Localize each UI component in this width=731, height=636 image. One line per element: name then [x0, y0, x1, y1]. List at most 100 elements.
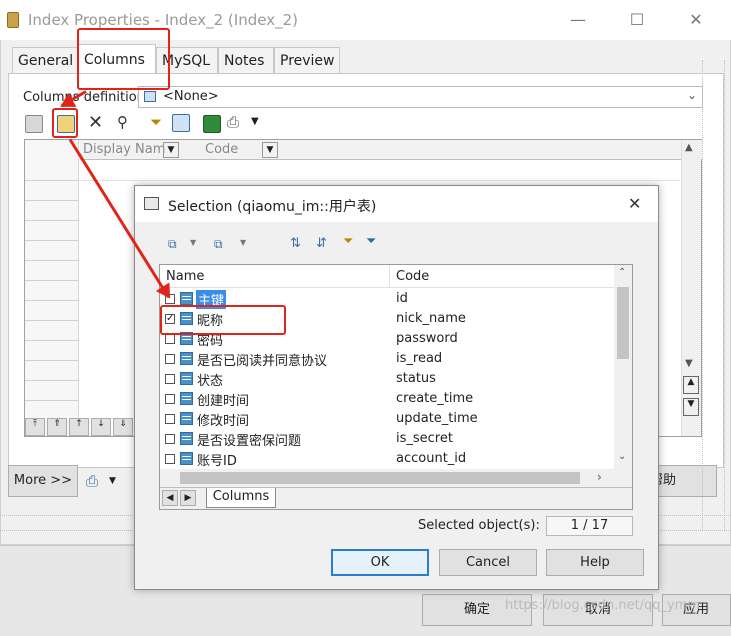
- move-top-icon[interactable]: ▲: [683, 376, 699, 394]
- confirm-button-label: 确定: [463, 602, 490, 617]
- chevron-down-icon[interactable]: ▼: [163, 142, 179, 158]
- row-checkbox[interactable]: [165, 434, 175, 444]
- chevron-down-icon[interactable]: ▼: [240, 238, 246, 247]
- chevron-down-icon[interactable]: ▼: [251, 116, 259, 127]
- scroll-up-icon[interactable]: ▲: [685, 142, 693, 153]
- tab-notes[interactable]: Notes: [218, 47, 274, 73]
- columns-definition-combo[interactable]: <None> ⌄: [138, 86, 703, 108]
- row-code: nick_name: [396, 311, 466, 326]
- tab-label: Preview: [280, 53, 335, 69]
- scroll-thumb[interactable]: [180, 472, 580, 484]
- select-all-icon[interactable]: ⇅: [290, 236, 301, 251]
- scroll-up-icon[interactable]: ⌃: [618, 267, 626, 278]
- tab-general[interactable]: General: [12, 47, 78, 73]
- column-icon: [180, 432, 193, 445]
- selected-objects-label: Selected object(s):: [418, 518, 540, 533]
- list-vertical-scrollbar[interactable]: ⌃ ⌄: [614, 265, 632, 469]
- cancel-button[interactable]: Cancel: [439, 549, 537, 576]
- move-down-page-icon[interactable]: ⇓: [113, 418, 133, 436]
- selection-list: Name Code 主键 id ✓ 昵称 nick_name 密码 passwo…: [159, 264, 633, 510]
- row-code: password: [396, 331, 458, 346]
- scroll-down-icon[interactable]: ▼: [685, 358, 693, 369]
- scroll-down-icon[interactable]: ⌄: [618, 451, 626, 462]
- column-icon: [180, 392, 193, 405]
- row-checkbox[interactable]: [165, 334, 175, 344]
- sheet-tab-bar: ◀ ▶ Columns: [160, 487, 632, 509]
- excel-icon[interactable]: [203, 115, 221, 133]
- tab-label: General: [18, 53, 74, 69]
- close-icon[interactable]: ✕: [628, 194, 641, 213]
- help-dialog-button[interactable]: Help: [546, 549, 644, 576]
- row-checkbox[interactable]: [165, 374, 175, 384]
- ok-button[interactable]: OK: [331, 549, 429, 576]
- window-title: Index Properties - Index_2 (Index_2): [28, 11, 298, 29]
- expand-icon[interactable]: ⧉: [168, 237, 177, 252]
- row-checkbox[interactable]: [165, 354, 175, 364]
- sheet-tab-label: Columns: [212, 489, 270, 504]
- column-header-name[interactable]: Name: [166, 269, 204, 284]
- row-code: status: [396, 371, 436, 386]
- list-item[interactable]: 状态 status: [160, 369, 620, 389]
- maximize-icon[interactable]: ☐: [625, 8, 649, 32]
- print-icon[interactable]: ⎙: [86, 472, 98, 490]
- chevron-down-icon[interactable]: ▼: [190, 238, 196, 247]
- row-code: account_id: [396, 451, 467, 466]
- watermark: https://blog.csdn.net/qq_ymm: [505, 598, 701, 613]
- list-item[interactable]: 是否已阅读并同意协议 is_read: [160, 349, 620, 369]
- tab-label: Notes: [224, 53, 265, 69]
- print-icon[interactable]: ⎙: [227, 113, 239, 131]
- grid-header-code[interactable]: Code: [205, 142, 238, 157]
- filter-settings-icon[interactable]: ⏷: [366, 234, 376, 249]
- filter-settings-icon[interactable]: [172, 114, 190, 132]
- cancel-button-label: Cancel: [465, 555, 511, 570]
- row-name: 是否设置密保问题: [197, 434, 302, 449]
- filter-icon[interactable]: ⏷: [343, 234, 353, 249]
- deselect-all-icon[interactable]: ⇵: [316, 236, 327, 251]
- find-icon[interactable]: ⚲: [117, 113, 128, 131]
- list-item[interactable]: 创建时间 create_time: [160, 389, 620, 409]
- sheet-prev-icon[interactable]: ◀: [162, 490, 178, 506]
- minimize-icon[interactable]: —: [566, 8, 590, 32]
- row-name: 是否已阅读并同意协议: [197, 354, 328, 369]
- list-item[interactable]: 账号ID account_id: [160, 449, 620, 469]
- move-bottom-icon[interactable]: ▼: [683, 398, 699, 416]
- combo-value: <None>: [163, 89, 219, 104]
- filter-icon[interactable]: ⏷: [150, 113, 162, 131]
- row-code: id: [396, 291, 408, 306]
- list-item[interactable]: 是否设置密保问题 is_secret: [160, 429, 620, 449]
- scroll-thumb[interactable]: [617, 287, 629, 359]
- sheet-next-icon[interactable]: ▶: [180, 490, 196, 506]
- collapse-icon[interactable]: ⧉: [214, 237, 223, 252]
- row-checkbox[interactable]: [165, 414, 175, 424]
- scroll-right-icon[interactable]: ›: [597, 470, 602, 484]
- row-checkbox[interactable]: [165, 394, 175, 404]
- chevron-down-icon[interactable]: ▼: [262, 142, 278, 158]
- selected-objects-value: 1 / 17: [546, 516, 633, 536]
- annotation-box-columns-tab: [77, 28, 170, 90]
- sheet-tab-columns[interactable]: Columns: [206, 488, 276, 508]
- column-header-code[interactable]: Code: [396, 269, 429, 284]
- dialog-title: Selection (qiaomu_im::用户表): [168, 199, 377, 215]
- column-icon: [180, 412, 193, 425]
- row-name: 状态: [197, 374, 224, 389]
- chevron-down-icon[interactable]: ▼: [109, 476, 116, 486]
- more-button-label: More >>: [13, 473, 73, 488]
- grid-header-display-name[interactable]: Display Nam: [83, 142, 165, 157]
- ok-button-label: OK: [370, 555, 390, 570]
- move-up-page-icon[interactable]: ⇑: [47, 418, 67, 436]
- list-horizontal-scrollbar[interactable]: ›: [160, 469, 632, 487]
- move-up-icon[interactable]: ↑: [69, 418, 89, 436]
- row-checkbox[interactable]: [165, 454, 175, 464]
- tab-preview[interactable]: Preview: [274, 47, 340, 73]
- properties-icon[interactable]: [25, 115, 43, 133]
- close-icon[interactable]: ✕: [684, 8, 708, 32]
- dialog-icon: [144, 197, 159, 210]
- move-first-icon[interactable]: ⤒: [25, 418, 45, 436]
- annotation-box-nickname-row: [160, 305, 286, 335]
- delete-icon[interactable]: ✕: [88, 112, 103, 133]
- more-button[interactable]: More >>: [8, 465, 78, 497]
- move-down-icon[interactable]: ↓: [91, 418, 111, 436]
- list-item[interactable]: 修改时间 update_time: [160, 409, 620, 429]
- column-icon: [180, 452, 193, 465]
- row-code: create_time: [396, 391, 474, 406]
